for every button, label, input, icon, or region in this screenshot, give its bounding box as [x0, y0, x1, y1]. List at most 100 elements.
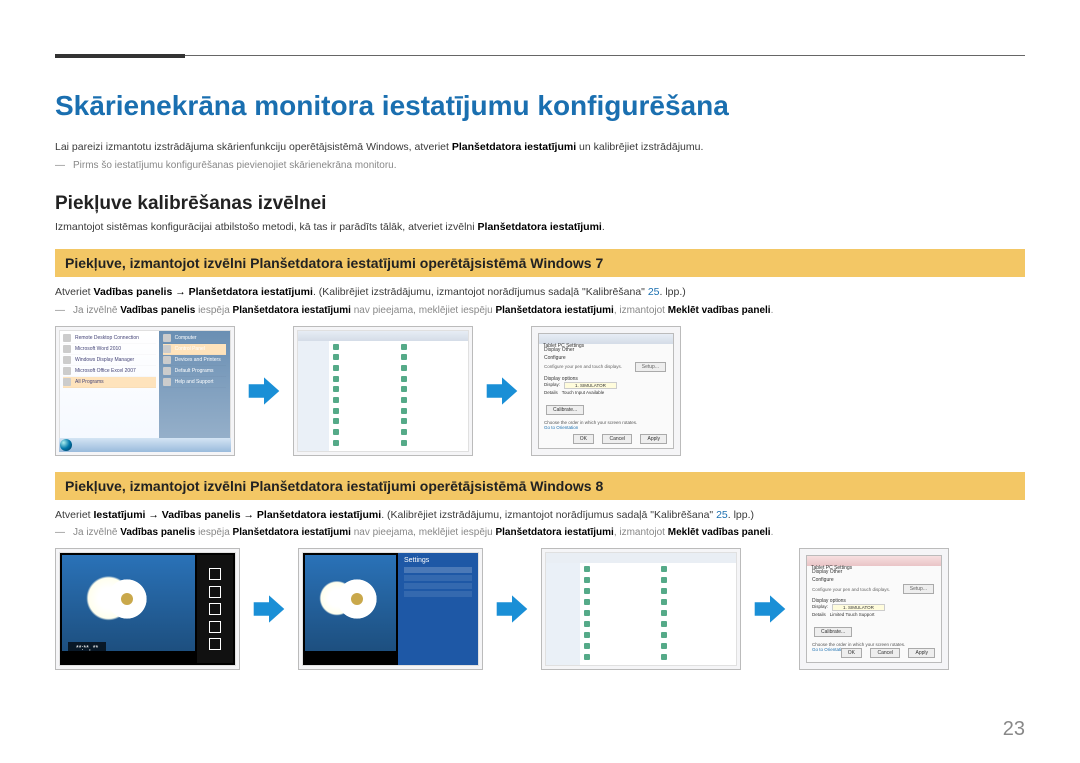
start-item: Help and Support — [163, 377, 226, 388]
screenshot-win7-tablet-settings: Tablet PC Settings Display Other Configu… — [531, 326, 681, 456]
page-number: 23 — [1003, 718, 1025, 741]
band-windows8: Piekļuve, izmantojot izvēlni Planšetdato… — [55, 472, 1025, 500]
t: Limited Touch Support — [830, 612, 875, 617]
start-item: Windows Display Manager — [63, 355, 156, 366]
win8-instruction: Atveriet Iestatījumi → Vadības panelis →… — [55, 508, 1025, 524]
t: nav pieejama, meklējiet iespēju — [351, 527, 496, 538]
settings-pane-title: Settings — [404, 557, 472, 564]
header-rule — [55, 55, 1025, 56]
start-item: Microsoft Office Excel 2007 — [63, 366, 156, 377]
t: Help and Support — [175, 379, 214, 385]
band-windows7: Piekļuve, izmantojot izvēlni Planšetdato… — [55, 249, 1025, 277]
t: Remote Desktop Connection — [75, 335, 139, 341]
t: Configure your pen and touch displays. — [544, 364, 622, 369]
start-item-control-panel: Control Panel — [163, 344, 226, 355]
t: Microsoft Office Excel 2007 — [75, 368, 136, 374]
t: Vadības panelis → Planšetdatora iestatīj… — [94, 286, 313, 298]
ok-button: OK — [841, 648, 862, 658]
t: , izmantojot — [614, 305, 668, 316]
start-item: Microsoft Word 2010 — [63, 344, 156, 355]
t: Planšetdatora iestatījumi — [495, 305, 613, 316]
start-item: Devices and Printers — [163, 355, 226, 366]
display-value: 1. SIMULATOR — [564, 382, 617, 389]
cancel-button: Cancel — [602, 434, 632, 444]
apply-button: Apply — [908, 648, 935, 658]
arrow-right-icon — [753, 592, 787, 626]
arrow-right-icon — [247, 374, 281, 408]
tabs: Display Other — [544, 347, 668, 353]
t: iespēja — [195, 305, 232, 316]
sub-post: . — [602, 221, 605, 233]
t: nav pieejama, meklējiet iespēju — [351, 305, 496, 316]
t: Microsoft Word 2010 — [75, 346, 121, 352]
t: Meklēt vadības paneli — [668, 527, 771, 538]
taskbar — [59, 438, 231, 452]
win7-instruction: Atveriet Vadības panelis → Planšetdatora… — [55, 285, 1025, 301]
t: . (Kalibrējiet izstrādājumu, izmantojot … — [313, 286, 648, 298]
t: Planšetdatora iestatījumi — [233, 527, 351, 538]
start-charm-icon — [209, 603, 221, 615]
t: . — [771, 527, 774, 538]
screenshot-win8-settings-pane: Settings — [298, 548, 483, 670]
t: Default Programs — [175, 368, 214, 374]
setup-button: Setup... — [635, 362, 666, 372]
screenshot-win7-control-panel — [293, 326, 473, 456]
display-value: 1. SIMULATOR — [832, 604, 885, 611]
t: iespēja — [195, 527, 232, 538]
start-item: Computer — [163, 333, 226, 344]
t: Meklēt vadības paneli — [668, 305, 771, 316]
win7-note: Ja izvēlnē Vadības panelis iespēja Planš… — [55, 305, 1025, 316]
intro-post: un kalibrējiet izstrādājumu. — [576, 141, 703, 153]
screenshot-win8-tablet-settings: Tablet PC Settings Display Other Configu… — [799, 548, 949, 670]
devices-charm-icon — [209, 621, 221, 633]
t: Iestatījumi → Vadības panelis → Planšetd… — [94, 509, 382, 521]
page-ref-link[interactable]: 25 — [716, 509, 728, 521]
t: Configure your pen and touch displays. — [812, 587, 890, 592]
t: Atveriet — [55, 286, 94, 298]
t: Atveriet — [55, 509, 94, 521]
section-heading: Piekļuve kalibrēšanas izvēlnei — [55, 193, 1025, 215]
t: Details — [812, 612, 826, 617]
intro-text: Lai pareizi izmantotu izstrādājuma skāri… — [55, 140, 1025, 156]
setup-button: Setup... — [903, 584, 934, 594]
settings-charm-icon — [209, 638, 221, 650]
t: . — [771, 305, 774, 316]
page-ref-link[interactable]: 25 — [648, 286, 660, 298]
dialog-title: Tablet PC Settings — [807, 556, 941, 566]
t: Control Panel — [175, 346, 205, 352]
charms-bar — [197, 555, 233, 663]
calibrate-button: Calibrate... — [546, 405, 584, 415]
intro-pre: Lai pareizi izmantotu izstrādājuma skāri… — [55, 141, 452, 153]
t: Vadības panelis — [120, 305, 195, 316]
screenshot-win7-start-menu: Remote Desktop Connection Microsoft Word… — [55, 326, 235, 456]
tabs: Display Other — [812, 569, 936, 575]
page-title: Skārienekrāna monitora iestatījumu konfi… — [55, 90, 1025, 122]
t: Ja izvēlnē — [73, 527, 120, 538]
t: Planšetdatora iestatījumi — [233, 305, 351, 316]
share-charm-icon — [209, 586, 221, 598]
start-item: Remote Desktop Connection — [63, 333, 156, 344]
screenshot-win8-desktop-charms: **:**, ** — [55, 548, 240, 670]
win8-flow: **:**, ** Settings — [55, 548, 1025, 670]
arrow-right-icon — [495, 592, 529, 626]
apply-button: Apply — [640, 434, 667, 444]
sub-bold: Planšetdatora iestatījumi — [478, 221, 602, 233]
cancel-button: Cancel — [870, 648, 900, 658]
dialog-title: Tablet PC Settings — [539, 334, 673, 344]
t: Display: — [544, 382, 560, 389]
arrow-right-icon — [252, 592, 286, 626]
t: . (Kalibrējiet izstrādājumu, izmantojot … — [381, 509, 716, 521]
t: Devices and Printers — [175, 357, 221, 363]
t: . lpp.) — [660, 286, 686, 298]
t: . lpp.) — [728, 509, 754, 521]
win7-flow: Remote Desktop Connection Microsoft Word… — [55, 326, 1025, 456]
t: Vadības panelis — [120, 527, 195, 538]
start-item: Default Programs — [163, 366, 226, 377]
t: Ja izvēlnē — [73, 305, 120, 316]
note-connect-monitor: Pirms šo iestatījumu konfigurēšanas piev… — [55, 160, 1025, 171]
t: Touch Input Available — [562, 390, 604, 395]
t: All Programs — [75, 379, 104, 385]
t: , izmantojot — [614, 527, 668, 538]
clock-overlay: **:**, ** — [68, 642, 106, 655]
sub-pre: Izmantojot sistēmas konfigurācijai atbil… — [55, 221, 478, 233]
